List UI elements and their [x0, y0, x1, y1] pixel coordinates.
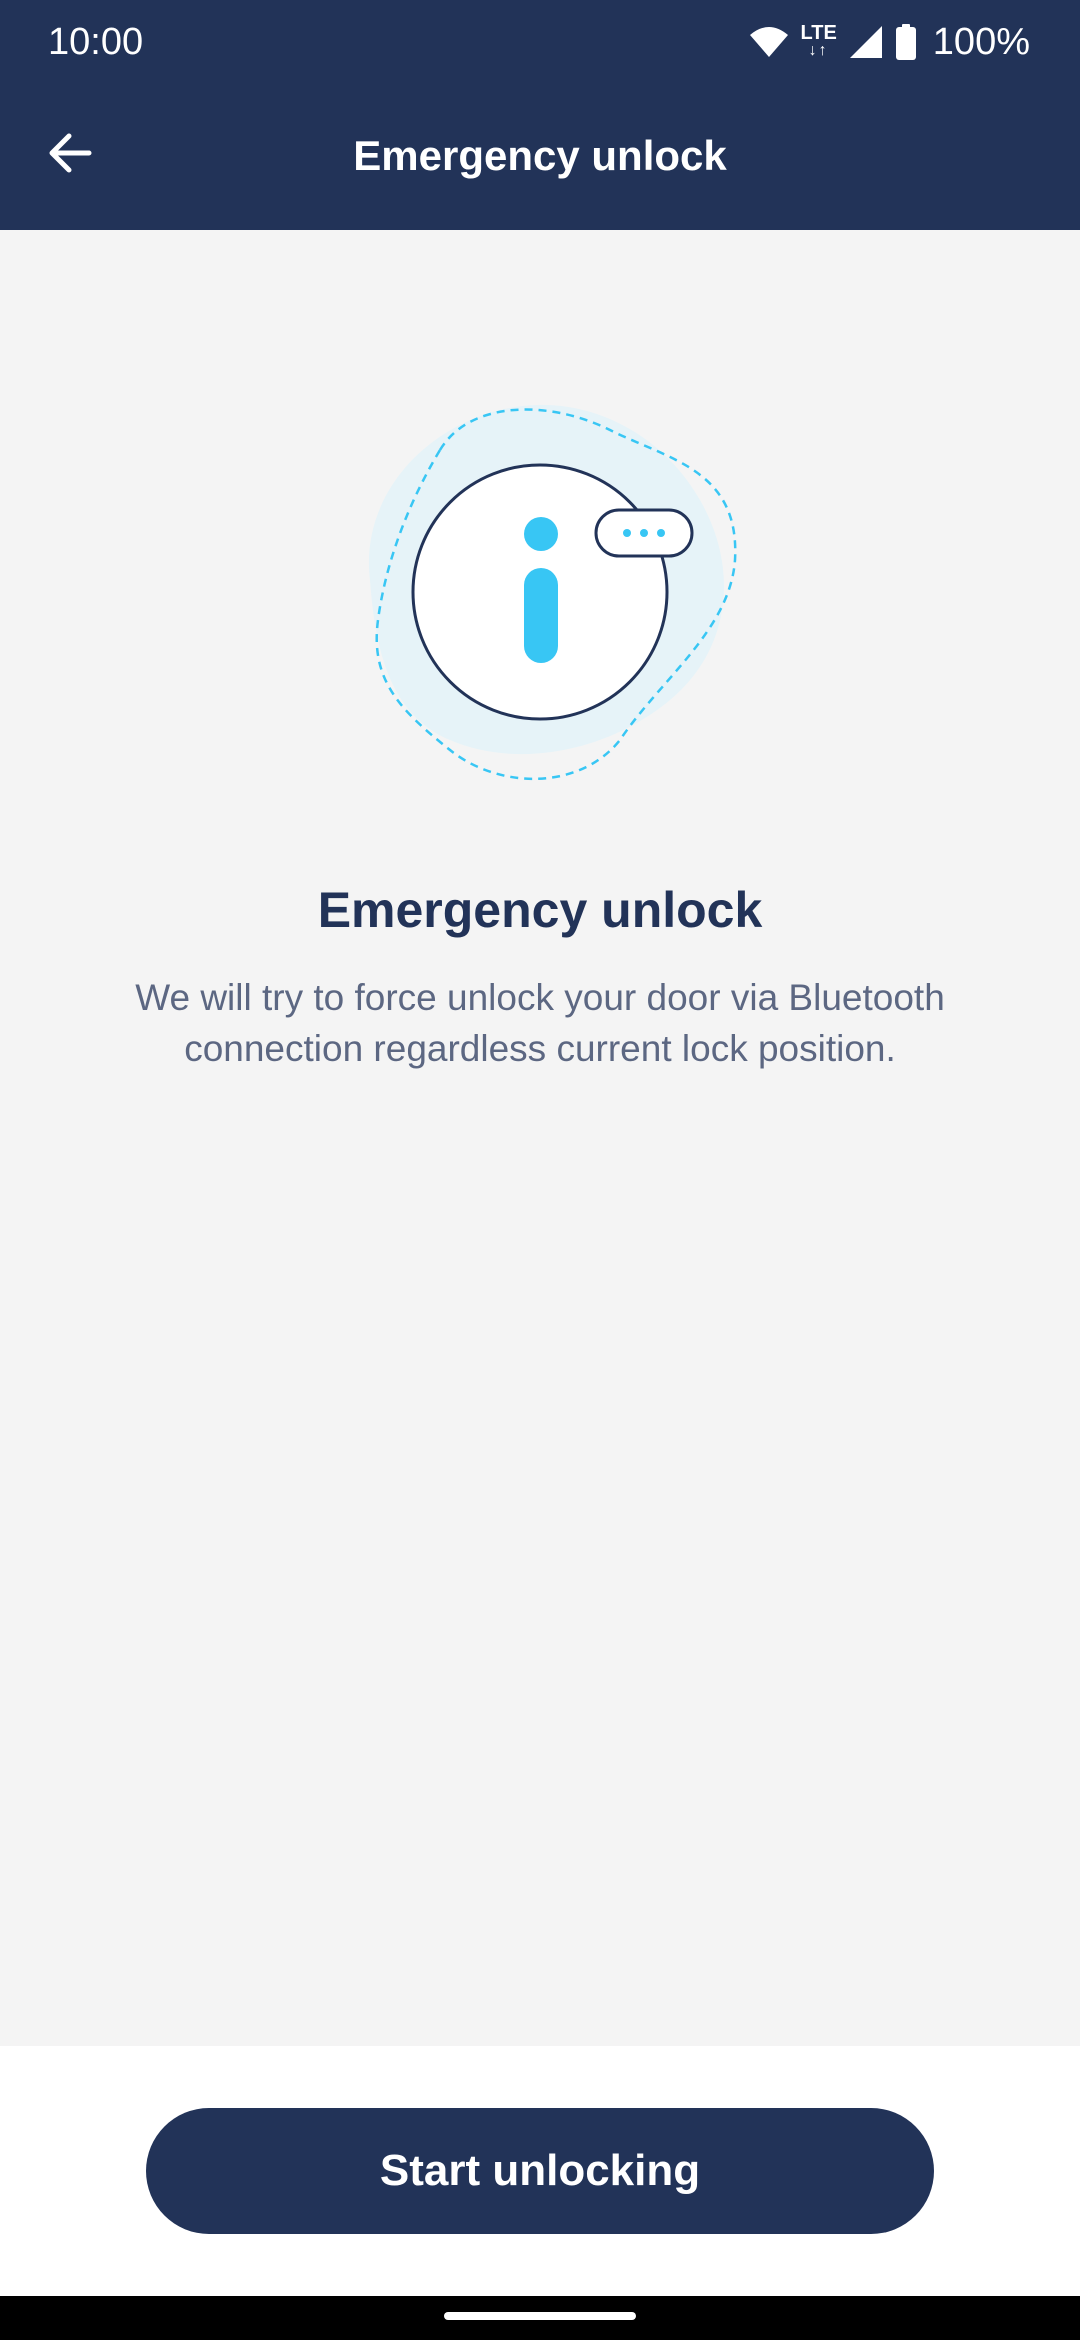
wifi-icon: [749, 25, 789, 59]
battery-percentage: 100%: [932, 21, 1030, 63]
lte-icon: LTE ↓↑: [800, 22, 837, 59]
info-illustration: [330, 390, 750, 810]
app-header: 10:00 LTE ↓↑ 100% Emergency unlock: [0, 0, 1080, 230]
status-time: 10:00: [48, 21, 144, 63]
status-icons: LTE ↓↑ 100%: [749, 18, 1030, 66]
content-title: Emergency unlock: [317, 882, 763, 938]
content-description: We will try to force unlock your door vi…: [135, 977, 945, 1069]
start-unlocking-button[interactable]: Start unlocking: [146, 2108, 934, 2234]
chat-bubble-icon: [594, 508, 694, 558]
page-title: Emergency unlock: [353, 132, 727, 179]
signal-icon: [849, 25, 883, 59]
info-icon: [524, 517, 558, 663]
battery-icon: [895, 24, 917, 60]
home-indicator[interactable]: [444, 2312, 636, 2320]
navigation-bar: [0, 2296, 1080, 2340]
emergency-unlock-screen: 10:00 LTE ↓↑ 100% Emergency unlock Emerg…: [0, 0, 1080, 2340]
